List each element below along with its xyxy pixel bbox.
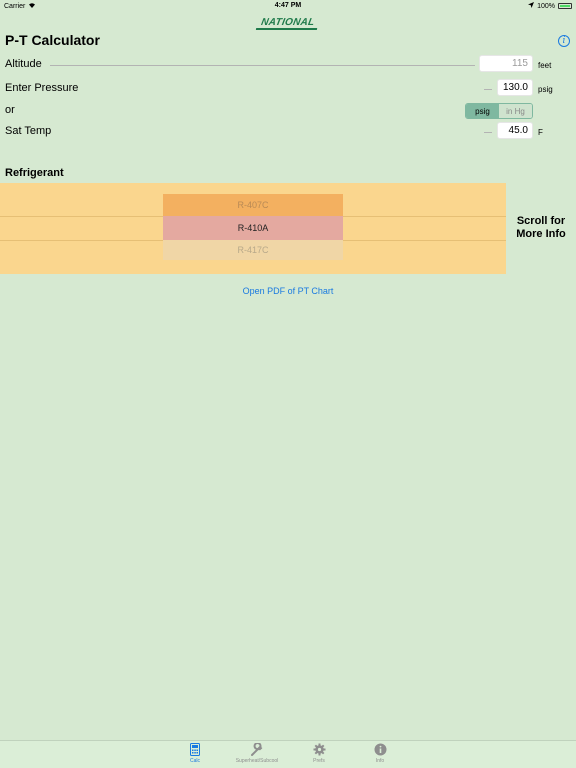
pressure-field[interactable]: 130.0 bbox=[497, 79, 533, 96]
or-label: or bbox=[5, 104, 15, 116]
pressure-unit: psig bbox=[538, 85, 553, 94]
tab-label: Superheat/Subcool bbox=[235, 758, 279, 764]
brand-logo: NATIONAL bbox=[0, 12, 576, 30]
sat-temp-slider[interactable] bbox=[484, 132, 492, 133]
scroll-for-more-info: Scroll for More Info bbox=[506, 215, 576, 241]
info-button[interactable]: i bbox=[558, 35, 570, 47]
page-title: P-T Calculator bbox=[5, 32, 100, 48]
logo-text: NATIONAL bbox=[256, 17, 320, 30]
wrench-icon bbox=[227, 742, 287, 758]
open-pdf-link[interactable]: Open PDF of PT Chart bbox=[0, 286, 576, 296]
altitude-label: Altitude bbox=[5, 58, 42, 70]
tab-prefs[interactable]: Prefs bbox=[289, 743, 349, 764]
picker-option-selected[interactable]: R-410A bbox=[163, 216, 343, 240]
pressure-unit-segmented-control[interactable]: psig in Hg bbox=[465, 103, 533, 119]
status-right: 100% bbox=[528, 2, 572, 10]
unit-toggle-row: or psig in Hg bbox=[0, 101, 576, 121]
tab-info[interactable]: Info bbox=[350, 743, 410, 764]
scroll-note-line: More Info bbox=[516, 228, 566, 240]
pressure-row: Enter Pressure 130.0 psig bbox=[0, 79, 576, 99]
status-time: 4:47 PM bbox=[274, 2, 302, 9]
gear-icon bbox=[289, 743, 349, 758]
location-icon bbox=[528, 2, 535, 10]
tab-superheat-subcool[interactable]: Superheat/Subcool bbox=[227, 742, 287, 764]
altitude-unit: feet bbox=[538, 61, 552, 70]
picker-option[interactable]: R-407C bbox=[163, 194, 343, 216]
tab-label: Info bbox=[375, 758, 385, 764]
battery-icon bbox=[558, 3, 572, 9]
tab-calc[interactable]: Calc bbox=[165, 743, 225, 764]
sat-temp-unit: F bbox=[538, 128, 543, 137]
refrigerant-picker[interactable]: R-407C R-410A R-417C bbox=[0, 183, 506, 274]
pressure-label: Enter Pressure bbox=[5, 82, 79, 94]
segment-psig[interactable]: psig bbox=[466, 104, 499, 118]
sat-temp-field[interactable]: 45.0 bbox=[497, 122, 533, 139]
scroll-note-line: Scroll for bbox=[516, 215, 566, 227]
picker-option[interactable]: R-417C bbox=[163, 240, 343, 260]
altitude-slider[interactable] bbox=[50, 65, 475, 66]
segment-in-hg[interactable]: in Hg bbox=[499, 104, 532, 118]
refrigerant-title: Refrigerant bbox=[5, 167, 64, 179]
sat-temp-label: Sat Temp bbox=[5, 125, 52, 137]
calculator-icon bbox=[165, 743, 225, 758]
tab-label: Prefs bbox=[313, 758, 325, 764]
pressure-slider[interactable] bbox=[484, 89, 492, 90]
altitude-field[interactable]: 115 bbox=[479, 55, 533, 72]
status-bar: Carrier 4:47 PM 100% bbox=[0, 0, 576, 12]
info-icon: i bbox=[562, 36, 566, 46]
info-icon bbox=[350, 743, 410, 758]
tab-label: Calc bbox=[189, 758, 200, 764]
sat-temp-row: Sat Temp 45.0 F bbox=[0, 122, 576, 142]
altitude-row: Altitude 115 feet bbox=[0, 55, 576, 75]
tab-bar: Calc Superheat/Subcool Prefs Info bbox=[0, 740, 576, 768]
battery-percent: 100% bbox=[537, 2, 555, 10]
